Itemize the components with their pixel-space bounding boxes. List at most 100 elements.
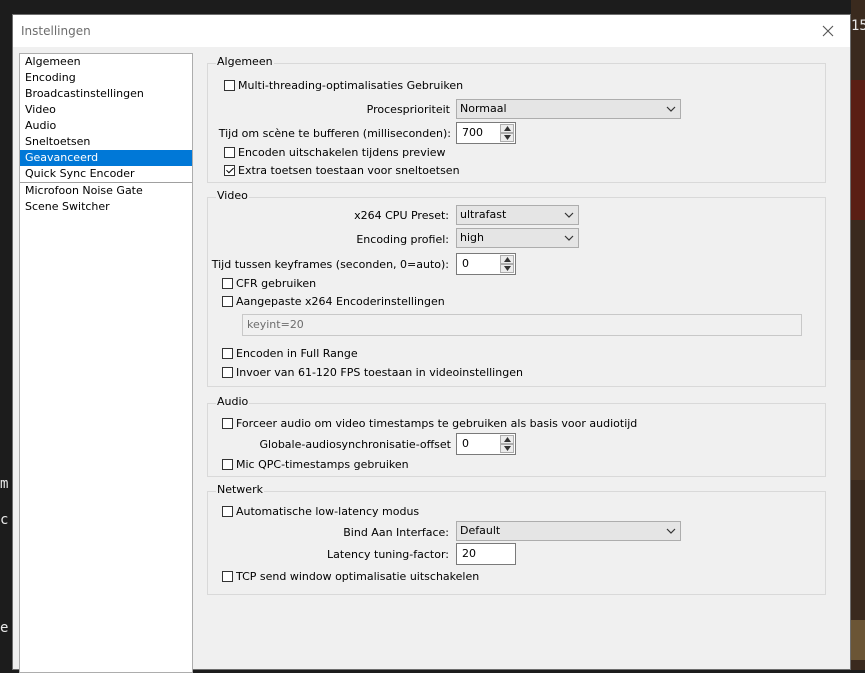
dropdown-value: Default: [460, 524, 501, 537]
priority-dropdown[interactable]: Normaal: [456, 99, 681, 119]
background-block: [851, 620, 865, 660]
checkbox-box: [222, 367, 233, 378]
spin-up-button[interactable]: [500, 435, 514, 444]
checkbox-box: [224, 165, 235, 176]
group-title: Audio: [216, 395, 250, 408]
full-range-checkbox[interactable]: Encoden in Full Range: [222, 347, 358, 360]
checkbox-label: Aangepaste x264 Encoderinstellingen: [236, 295, 445, 308]
dropdown-value: Normaal: [460, 102, 507, 115]
arrow-down-icon: [503, 266, 511, 271]
bind-interface-dropdown[interactable]: Default: [456, 521, 681, 541]
background-block: [851, 360, 865, 480]
sidebar-item-quick-sync-encoder[interactable]: Quick Sync Encoder: [20, 166, 192, 182]
close-icon: [822, 25, 834, 37]
sidebar-item-sneltoetsen[interactable]: Sneltoetsen: [20, 134, 192, 150]
spinbox-value: 0: [462, 257, 469, 270]
cfr-checkbox[interactable]: CFR gebruiken: [222, 277, 316, 290]
low-latency-checkbox[interactable]: Automatische low-latency modus: [222, 505, 419, 518]
mic-qpc-checkbox[interactable]: Mic QPC-timestamps gebruiken: [222, 458, 409, 471]
checkbox-box: [222, 278, 233, 289]
force-audio-timestamps-checkbox[interactable]: Forceer audio om video timestamps te geb…: [222, 417, 637, 430]
background-block: [851, 80, 865, 220]
preset-label: x264 CPU Preset:: [354, 209, 449, 222]
checkbox-label: Encoden in Full Range: [236, 347, 358, 360]
spin-down-button[interactable]: [500, 133, 514, 142]
window-title: Instellingen: [21, 24, 91, 38]
checkbox-box: [222, 418, 233, 429]
tcp-optim-checkbox[interactable]: TCP send window optimalisatie uitschakel…: [222, 570, 479, 583]
background-text: m: [0, 476, 9, 492]
arrow-down-icon: [503, 135, 511, 140]
fps-input-checkbox[interactable]: Invoer van 61-120 FPS toestaan in videoi…: [222, 366, 523, 379]
video-group: Video x264 CPU Preset: ultrafast Encodin…: [207, 189, 826, 387]
background-text: 15: [851, 18, 865, 34]
checkbox-box: [222, 571, 233, 582]
checkbox-label: Extra toetsen toestaan voor sneltoetsen: [238, 164, 460, 177]
chevron-down-icon: [564, 212, 574, 218]
spin-down-button[interactable]: [500, 444, 514, 453]
dropdown-value: high: [460, 231, 484, 244]
checkbox-box: [224, 80, 235, 91]
arrow-up-icon: [503, 257, 511, 262]
sidebar-item-video[interactable]: Video: [20, 102, 192, 118]
settings-window: Instellingen Algemeen Encoding Broadcast…: [12, 14, 851, 673]
custom-x264-input[interactable]: keyint=20: [242, 314, 802, 336]
buffer-spinbox[interactable]: 700: [456, 122, 516, 144]
checkbox-label: Encoden uitschakelen tijdens preview: [238, 146, 446, 159]
network-group: Netwerk Automatische low-latency modus B…: [207, 483, 826, 595]
checkbox-label: TCP send window optimalisatie uitschakel…: [236, 570, 480, 583]
sync-offset-label: Globale-audiosynchronisatie-offset: [259, 438, 451, 451]
chevron-down-icon: [564, 235, 574, 241]
sync-offset-spinbox[interactable]: 0: [456, 433, 516, 455]
sidebar-item-audio[interactable]: Audio: [20, 118, 192, 134]
sidebar-item-microfoon-noise-gate[interactable]: Microfoon Noise Gate: [20, 183, 192, 199]
checkbox-label: Invoer van 61-120 FPS toestaan in videoi…: [236, 366, 523, 379]
checkbox-label: Forceer audio om video timestamps te geb…: [236, 417, 638, 430]
profile-dropdown[interactable]: high: [456, 228, 579, 248]
audio-group: Audio Forceer audio om video timestamps …: [207, 395, 826, 477]
preset-dropdown[interactable]: ultrafast: [456, 205, 579, 225]
chevron-down-icon: [666, 106, 676, 112]
group-title: Algemeen: [216, 55, 274, 68]
dropdown-value: ultrafast: [460, 208, 507, 221]
chevron-down-icon: [666, 528, 676, 534]
checkbox-box: [222, 459, 233, 470]
extra-hotkeys-checkbox[interactable]: Extra toetsen toestaan voor sneltoetsen: [224, 164, 460, 177]
group-title: Video: [216, 189, 249, 202]
latency-factor-input[interactable]: 20: [456, 543, 516, 565]
sidebar-item-algemeen[interactable]: Algemeen: [20, 54, 192, 70]
sidebar-item-encoding[interactable]: Encoding: [20, 70, 192, 86]
spinbox-value: 0: [462, 437, 469, 450]
checkbox-box: [222, 348, 233, 359]
group-title: Netwerk: [216, 483, 264, 496]
checkbox-label: CFR gebruiken: [236, 277, 317, 290]
title-bar: Instellingen: [13, 15, 850, 47]
priority-label: Procesprioriteit: [366, 103, 450, 116]
background-text: e: [0, 620, 9, 636]
spin-down-button[interactable]: [500, 264, 514, 273]
spin-up-button[interactable]: [500, 124, 514, 133]
checkbox-box: [224, 147, 235, 158]
checkbox-label: Multi-threading-optimalisaties Gebruiken: [238, 79, 464, 92]
arrow-up-icon: [503, 437, 511, 442]
spinbox-value: 700: [462, 126, 483, 139]
sidebar-item-broadcastinstellingen[interactable]: Broadcastinstellingen: [20, 86, 192, 102]
multithreading-checkbox[interactable]: Multi-threading-optimalisaties Gebruiken: [224, 79, 463, 92]
checkbox-label: Automatische low-latency modus: [236, 505, 420, 518]
sidebar-item-scene-switcher[interactable]: Scene Switcher: [20, 199, 192, 215]
disable-preview-encoding-checkbox[interactable]: Encoden uitschakelen tijdens preview: [224, 146, 446, 159]
close-button[interactable]: [806, 15, 850, 47]
bind-interface-label: Bind Aan Interface:: [343, 526, 449, 539]
arrow-down-icon: [503, 446, 511, 451]
custom-x264-checkbox[interactable]: Aangepaste x264 Encoderinstellingen: [222, 295, 445, 308]
checkbox-box: [222, 506, 233, 517]
keyframes-label: Tijd tussen keyframes (seconden, 0=auto)…: [211, 258, 449, 271]
spin-up-button[interactable]: [500, 255, 514, 264]
keyframes-spinbox[interactable]: 0: [456, 253, 516, 275]
profile-label: Encoding profiel:: [356, 233, 449, 246]
background-text: c: [0, 512, 9, 528]
sidebar-item-geavanceerd[interactable]: Geavanceerd: [20, 150, 192, 166]
settings-category-list: Algemeen Encoding Broadcastinstellingen …: [19, 53, 193, 673]
general-group: Algemeen Multi-threading-optimalisaties …: [207, 55, 826, 183]
checkbox-box: [222, 296, 233, 307]
